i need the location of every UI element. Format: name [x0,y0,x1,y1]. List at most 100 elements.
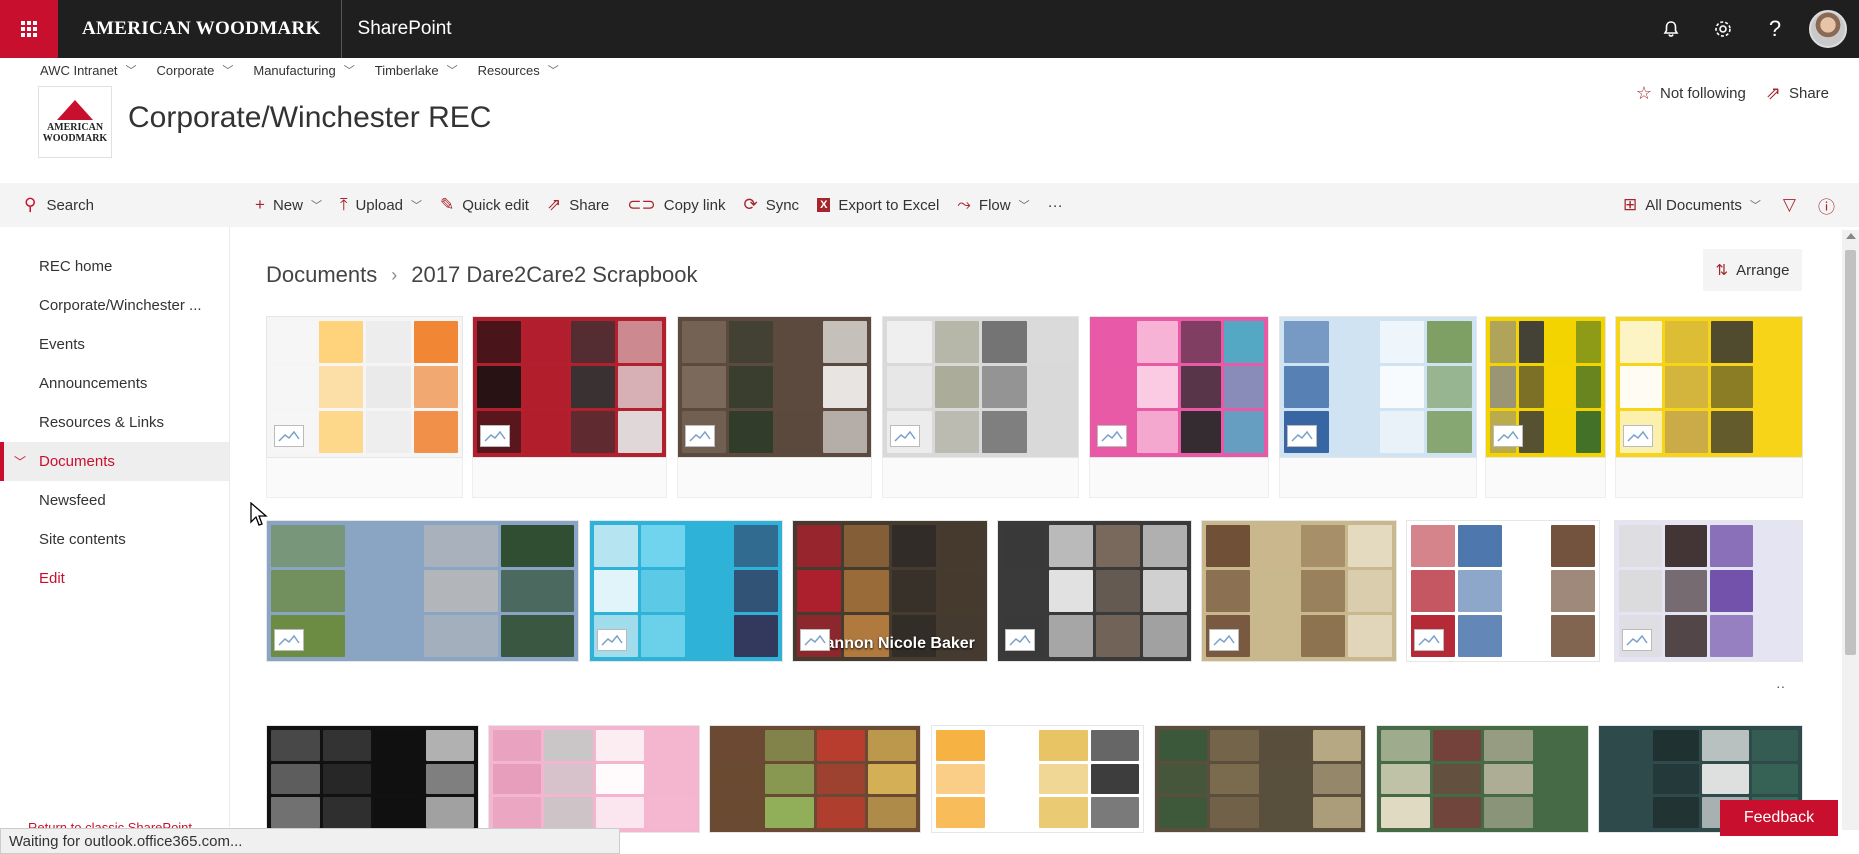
image-file-icon [890,425,920,447]
site-logo[interactable]: AMERICAN WOODMARK [38,86,112,158]
pencil-icon: ✎ [440,195,455,214]
share-label: Share [1788,85,1829,102]
nav-item-documents[interactable]: ﹀ Documents [0,442,229,481]
more-options-icon[interactable]: ·· [1776,678,1785,694]
share-button[interactable]: ⇗ Share [547,195,609,215]
hub-nav-corporate[interactable]: Corporate ﹀ [157,62,234,78]
site-share-button[interactable]: ⇗ Share [1766,83,1829,104]
document-tile[interactable] [1089,316,1269,458]
view-selector[interactable]: ⊞ All Documents ﹀ [1623,195,1761,215]
document-tile[interactable] [1615,316,1803,458]
nav-item-corporate-winchester[interactable]: Corporate/Winchester ... [0,286,229,325]
sync-button[interactable]: ⟳ Sync [743,195,799,215]
command-bar: + New ﹀ ⤒ Upload ﹀ ✎ Quick edit ⇗ Share ⊂⊃ Copy… [255,183,1063,227]
document-tile[interactable] [488,725,700,833]
document-tile[interactable] [931,725,1144,833]
document-tile[interactable]: Shannon Nicole Baker [792,520,988,662]
vertical-scrollbar[interactable] [1842,230,1859,830]
tile-image [932,726,1143,832]
share-label: Share [569,196,610,214]
hub-nav-label: Resources [477,62,540,78]
flow-button[interactable]: ⤳ Flow ﹀ [957,195,1029,215]
document-tile[interactable] [1406,520,1600,662]
more-label: ··· [1047,196,1063,214]
tile-caption-area [1485,458,1606,498]
document-tile[interactable] [1614,520,1803,662]
upload-button[interactable]: ⤒ Upload ﹀ [340,195,422,215]
nav-item-newsfeed[interactable]: Newsfeed [0,481,229,520]
waffle-icon [21,21,37,37]
scrollbar-thumb[interactable] [1845,250,1856,655]
document-tile[interactable] [1201,520,1397,662]
view-label: All Documents [1645,196,1742,214]
copy-link-label: Copy link [663,196,726,214]
help-button[interactable]: ? [1749,0,1801,58]
document-tile[interactable] [882,316,1079,458]
arrange-button[interactable]: ⇅ Arrange [1703,249,1802,291]
image-file-icon [597,629,627,651]
share-icon: ⇗ [1765,83,1781,103]
site-title[interactable]: Corporate/Winchester REC [128,101,491,135]
chevron-down-icon: ﹀ [310,200,322,212]
sync-label: Sync [765,196,800,214]
new-button[interactable]: + New ﹀ [255,195,322,215]
settings-button[interactable] [1697,0,1749,58]
new-label: New [272,196,303,214]
notifications-button[interactable] [1645,0,1697,58]
document-tile[interactable] [997,520,1192,662]
more-commands-button[interactable]: ··· [1048,197,1063,214]
sort-icon: ⇅ [1715,262,1729,279]
export-label: Export to Excel [838,196,940,214]
document-tile[interactable] [1485,316,1606,458]
feedback-button[interactable]: Feedback [1720,800,1838,836]
hub-nav-resources[interactable]: Resources ﹀ [478,62,559,78]
document-tile[interactable] [266,520,579,662]
browser-status-bar: Waiting for outlook.office365.com... [0,828,620,854]
app-name[interactable]: SharePoint [342,18,452,40]
hub-nav-timberlake[interactable]: Timberlake ﹀ [375,62,458,78]
tile-image [267,726,478,832]
chevron-down-icon[interactable]: ﹀ [14,453,26,470]
document-tile[interactable] [1376,725,1589,833]
hub-nav-label: Manufacturing [253,62,336,78]
scroll-up-arrow-icon[interactable] [1846,233,1856,239]
tile-image [1155,726,1365,832]
hub-nav-manufacturing[interactable]: Manufacturing ﹀ [253,62,354,78]
chevron-down-icon: ﹀ [411,200,423,212]
document-tile[interactable] [709,725,921,833]
info-button[interactable]: ⓘ [1818,193,1835,218]
nav-item-announcements[interactable]: Announcements [0,364,229,403]
copy-link-button[interactable]: ⊂⊃ Copy link [627,195,725,215]
breadcrumb-root[interactable]: Documents [266,262,377,288]
nav-item-events[interactable]: Events [0,325,229,364]
nav-item-rec-home[interactable]: REC home [0,247,229,286]
breadcrumb-current[interactable]: 2017 Dare2Care2 Scrapbook [411,262,697,288]
document-tile[interactable] [266,316,463,458]
chevron-down-icon: ﹀ [1018,200,1030,212]
app-launcher-button[interactable] [0,0,58,58]
nav-item-label: Edit [39,570,65,587]
document-tile[interactable] [472,316,667,458]
tile-caption-area [882,458,1079,498]
tile-caption-area [266,458,463,498]
left-navigation: REC home Corporate/Winchester ... Events… [0,227,230,827]
logo-text-line1: AMERICAN [46,122,104,133]
document-tile[interactable] [266,725,479,833]
document-tile[interactable] [589,520,783,662]
nav-item-resources-links[interactable]: Resources & Links [0,403,229,442]
chevron-down-icon: ﹀ [446,65,458,77]
avatar[interactable] [1809,10,1847,48]
brand-name[interactable]: AMERICAN WOODMARK [58,0,342,58]
quick-edit-button[interactable]: ✎ Quick edit [440,195,529,215]
filter-button[interactable]: ▽ [1783,195,1796,215]
document-tile[interactable] [1154,725,1366,833]
nav-edit-link[interactable]: Edit [0,559,229,598]
nav-item-site-contents[interactable]: Site contents [0,520,229,559]
follow-button[interactable]: ☆ Not following [1636,83,1746,104]
hub-nav-awc-intranet[interactable]: AWC Intranet ﹀ [40,62,137,78]
export-excel-button[interactable]: X Export to Excel [817,197,939,214]
image-file-icon [1414,629,1444,651]
search-box[interactable]: ⚲ Search [0,183,230,227]
document-tile[interactable] [677,316,872,458]
document-tile[interactable] [1279,316,1477,458]
